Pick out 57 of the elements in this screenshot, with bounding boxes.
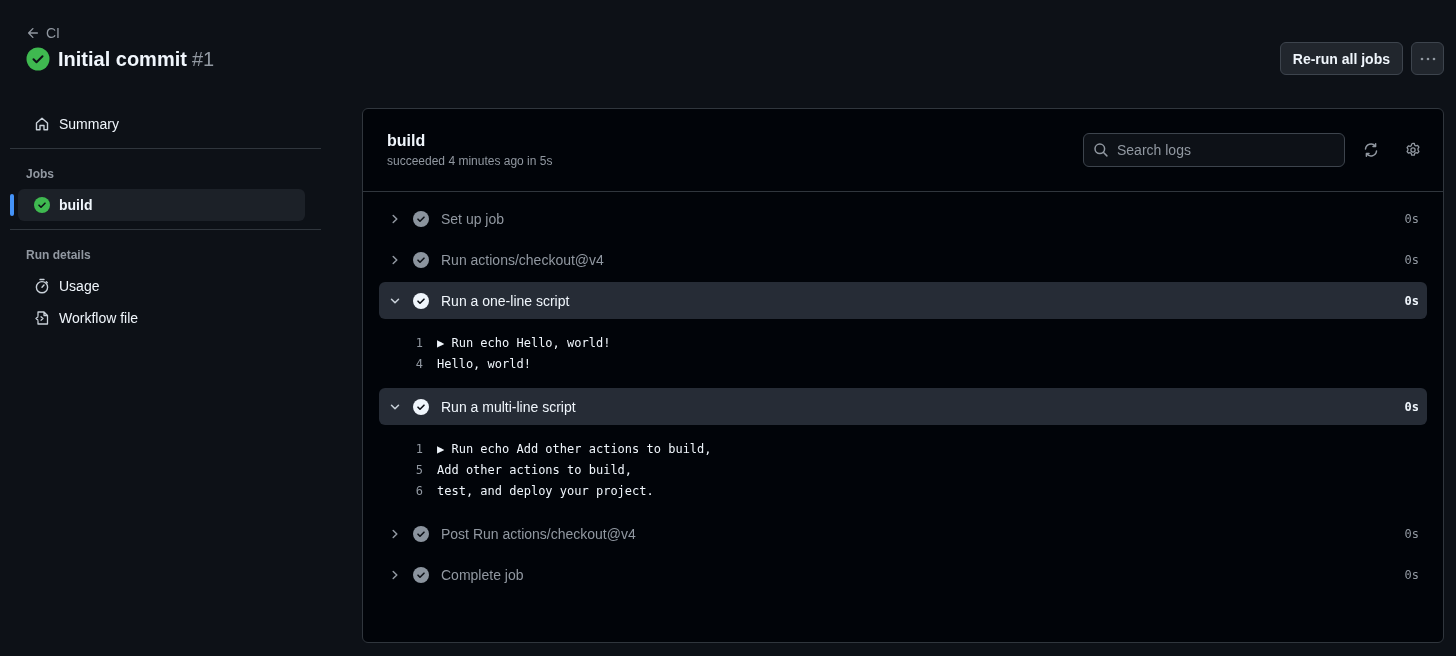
- run-number: #1: [191, 47, 215, 71]
- home-icon: [34, 116, 50, 132]
- job-name: build: [59, 197, 93, 213]
- run-details-heading: Run details: [25, 247, 92, 264]
- check-circle-icon: [413, 566, 429, 583]
- job-status-text: succeeded 4 minutes ago in 5s: [387, 154, 553, 168]
- ellipsis-icon: [1419, 56, 1436, 61]
- step-name: Run actions/checkout@v4: [441, 251, 605, 268]
- step-row[interactable]: Complete job 0s: [379, 556, 1427, 593]
- gear-icon: [1405, 142, 1421, 158]
- step-duration: 0s: [1404, 567, 1419, 582]
- step-name: Set up job: [441, 210, 506, 227]
- check-circle-icon: [413, 251, 429, 268]
- log-text: ▶ Run echo Hello, world!: [437, 335, 611, 350]
- check-circle-icon: [413, 292, 429, 309]
- line-number: 4: [414, 356, 424, 371]
- stopwatch-icon: [34, 278, 50, 294]
- details-label: Workflow file: [59, 310, 139, 326]
- step-duration: 0s: [1404, 252, 1419, 267]
- log-text: ▶ Run echo Add other actions to build,: [437, 441, 712, 456]
- log-text: Hello, world!: [437, 356, 531, 371]
- run-title: Initial commit: [58, 47, 187, 71]
- line-number: 1: [414, 441, 424, 456]
- back-arrow-icon: [26, 26, 40, 40]
- job-title: build: [387, 132, 427, 150]
- details-link[interactable]: Workflow file: [18, 302, 305, 334]
- check-circle-icon: [413, 525, 429, 542]
- step-duration: 0s: [1404, 293, 1419, 308]
- step-name: Complete job: [441, 566, 525, 583]
- rerun-button[interactable]: Re-run all jobs: [1279, 42, 1403, 75]
- step-name: Run a multi-line script: [441, 398, 577, 415]
- step-name: Post Run actions/checkout@v4: [441, 525, 637, 542]
- refresh-icon: [1363, 142, 1379, 158]
- summary-label: Summary: [59, 116, 119, 132]
- step-duration: 0s: [1404, 211, 1419, 226]
- step-row[interactable]: Set up job 0s: [379, 200, 1427, 237]
- check-circle-icon: [413, 398, 429, 415]
- step-name: Run a one-line script: [441, 292, 571, 309]
- jobs-heading: Jobs: [25, 166, 55, 183]
- step-row[interactable]: Run a one-line script 0s: [379, 282, 1427, 319]
- step-duration: 0s: [1404, 526, 1419, 541]
- back-link[interactable]: CI: [26, 25, 60, 41]
- step-row[interactable]: Run a multi-line script 0s: [379, 388, 1427, 425]
- step-duration: 0s: [1404, 399, 1419, 414]
- line-number: 5: [414, 462, 424, 477]
- line-number: 6: [414, 483, 424, 498]
- summary-link[interactable]: Summary: [18, 108, 305, 140]
- log-text: test, and deploy your project.: [437, 483, 654, 498]
- step-row[interactable]: Run actions/checkout@v4 0s: [379, 241, 1427, 278]
- file-code-icon: [34, 310, 50, 326]
- log-text: Add other actions to build,: [437, 462, 633, 477]
- step-row[interactable]: Post Run actions/checkout@v4 0s: [379, 515, 1427, 552]
- details-link[interactable]: Usage: [18, 270, 305, 302]
- details-label: Usage: [59, 278, 100, 294]
- check-circle-icon: [413, 210, 429, 227]
- line-number: 1: [414, 335, 424, 350]
- search-field[interactable]: Search logs: [1083, 133, 1345, 167]
